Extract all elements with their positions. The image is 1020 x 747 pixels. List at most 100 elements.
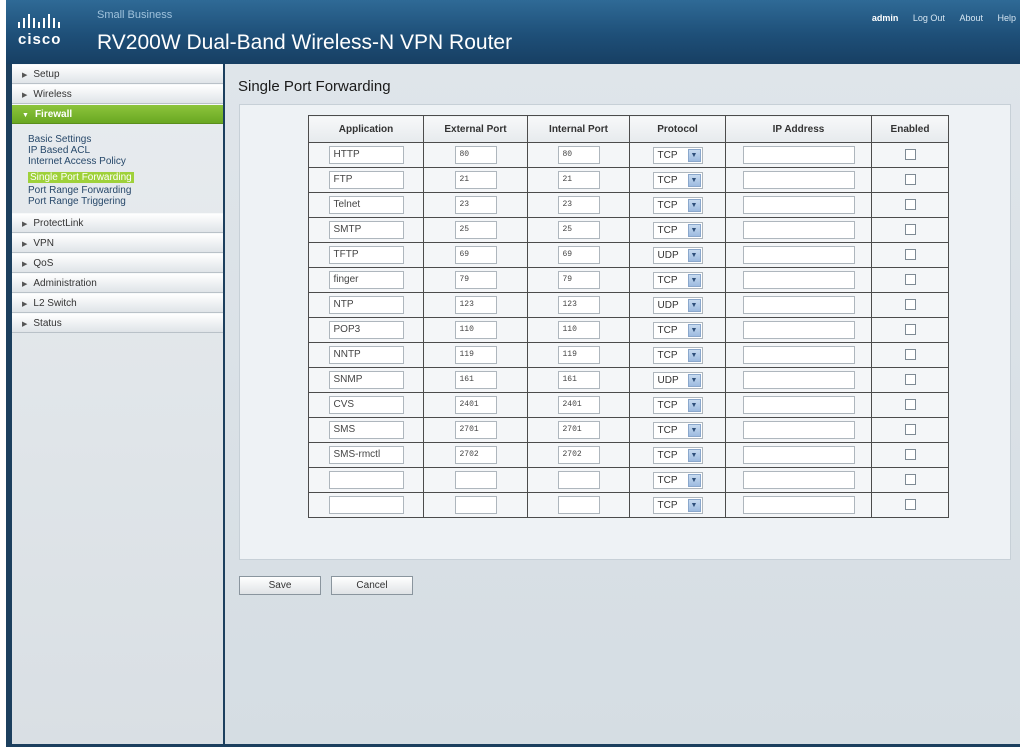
internal-port-input[interactable]: 23 [557, 196, 600, 214]
ip-address-input[interactable] [742, 496, 855, 514]
cancel-button[interactable]: Cancel [331, 576, 413, 595]
subnav-basic-settings[interactable]: Basic Settings [28, 134, 223, 145]
about-link[interactable]: About [959, 13, 983, 23]
protocol-select[interactable]: UDP ▼ [652, 246, 703, 264]
logout-link[interactable]: Log Out [913, 13, 945, 23]
external-port-input[interactable] [454, 471, 497, 489]
nav-item-vpn[interactable]: ▶ VPN [12, 233, 223, 253]
subnav-single-port-forwarding[interactable]: Single Port Forwarding [28, 172, 134, 183]
nav-item-protectlink[interactable]: ▶ ProtectLink [12, 213, 223, 233]
subnav-port-range-triggering[interactable]: Port Range Triggering [28, 196, 223, 207]
application-name-input[interactable]: TFTP [328, 246, 404, 264]
internal-port-input[interactable]: 79 [557, 271, 600, 289]
enabled-checkbox[interactable] [904, 149, 916, 161]
ip-address-input[interactable] [742, 346, 855, 364]
protocol-select[interactable]: TCP ▼ [652, 171, 703, 189]
ip-address-input[interactable] [742, 146, 855, 164]
enabled-checkbox[interactable] [904, 224, 916, 236]
external-port-input[interactable]: 110 [454, 321, 497, 339]
protocol-select[interactable]: TCP ▼ [652, 271, 703, 289]
internal-port-input[interactable]: 110 [557, 321, 600, 339]
enabled-checkbox[interactable] [904, 299, 916, 311]
internal-port-input[interactable] [557, 496, 600, 514]
nav-item-qos[interactable]: ▶ QoS [12, 253, 223, 273]
ip-address-input[interactable] [742, 371, 855, 389]
application-name-input[interactable]: SNMP [328, 371, 404, 389]
help-link[interactable]: Help [997, 13, 1016, 23]
enabled-checkbox[interactable] [904, 349, 916, 361]
external-port-input[interactable] [454, 496, 497, 514]
internal-port-input[interactable]: 2401 [557, 396, 600, 414]
internal-port-input[interactable]: 2701 [557, 421, 600, 439]
enabled-checkbox[interactable] [904, 499, 916, 511]
application-name-input[interactable]: SMS-rmctl [328, 446, 404, 464]
enabled-checkbox[interactable] [904, 174, 916, 186]
ip-address-input[interactable] [742, 171, 855, 189]
protocol-select[interactable]: TCP ▼ [652, 346, 703, 364]
internal-port-input[interactable]: 80 [557, 146, 600, 164]
enabled-checkbox[interactable] [904, 424, 916, 436]
application-name-input[interactable] [328, 496, 404, 514]
application-name-input[interactable]: finger [328, 271, 404, 289]
enabled-checkbox[interactable] [904, 274, 916, 286]
external-port-input[interactable]: 21 [454, 171, 497, 189]
external-port-input[interactable]: 161 [454, 371, 497, 389]
protocol-select[interactable]: TCP ▼ [652, 146, 703, 164]
internal-port-input[interactable]: 119 [557, 346, 600, 364]
application-name-input[interactable]: SMTP [328, 221, 404, 239]
protocol-select[interactable]: TCP ▼ [652, 321, 703, 339]
enabled-checkbox[interactable] [904, 374, 916, 386]
external-port-input[interactable]: 25 [454, 221, 497, 239]
protocol-select[interactable]: UDP ▼ [652, 296, 703, 314]
ip-address-input[interactable] [742, 246, 855, 264]
enabled-checkbox[interactable] [904, 324, 916, 336]
external-port-input[interactable]: 79 [454, 271, 497, 289]
nav-item-administration[interactable]: ▶ Administration [12, 273, 223, 293]
internal-port-input[interactable]: 69 [557, 246, 600, 264]
ip-address-input[interactable] [742, 396, 855, 414]
protocol-select[interactable]: TCP ▼ [652, 196, 703, 214]
ip-address-input[interactable] [742, 296, 855, 314]
internal-port-input[interactable]: 123 [557, 296, 600, 314]
protocol-select[interactable]: TCP ▼ [652, 471, 703, 489]
ip-address-input[interactable] [742, 221, 855, 239]
ip-address-input[interactable] [742, 446, 855, 464]
application-name-input[interactable]: CVS [328, 396, 404, 414]
external-port-input[interactable]: 80 [454, 146, 497, 164]
external-port-input[interactable]: 69 [454, 246, 497, 264]
internal-port-input[interactable]: 161 [557, 371, 600, 389]
nav-item-setup[interactable]: ▶ Setup [12, 64, 223, 84]
save-button[interactable]: Save [239, 576, 321, 595]
protocol-select[interactable]: TCP ▼ [652, 221, 703, 239]
protocol-select[interactable]: UDP ▼ [652, 371, 703, 389]
external-port-input[interactable]: 123 [454, 296, 497, 314]
nav-item-wireless[interactable]: ▶ Wireless [12, 84, 223, 104]
subnav-internet-access-policy[interactable]: Internet Access Policy [28, 156, 223, 167]
external-port-input[interactable]: 2401 [454, 396, 497, 414]
application-name-input[interactable]: NTP [328, 296, 404, 314]
application-name-input[interactable]: POP3 [328, 321, 404, 339]
internal-port-input[interactable]: 25 [557, 221, 600, 239]
external-port-input[interactable]: 2702 [454, 446, 497, 464]
protocol-select[interactable]: TCP ▼ [652, 446, 703, 464]
enabled-checkbox[interactable] [904, 449, 916, 461]
enabled-checkbox[interactable] [904, 399, 916, 411]
protocol-select[interactable]: TCP ▼ [652, 421, 703, 439]
ip-address-input[interactable] [742, 271, 855, 289]
enabled-checkbox[interactable] [904, 474, 916, 486]
internal-port-input[interactable]: 2702 [557, 446, 600, 464]
external-port-input[interactable]: 119 [454, 346, 497, 364]
subnav-ip-based-acl[interactable]: IP Based ACL [28, 145, 223, 156]
ip-address-input[interactable] [742, 196, 855, 214]
application-name-input[interactable]: FTP [328, 171, 404, 189]
enabled-checkbox[interactable] [904, 199, 916, 211]
protocol-select[interactable]: TCP ▼ [652, 496, 703, 514]
ip-address-input[interactable] [742, 471, 855, 489]
application-name-input[interactable]: HTTP [328, 146, 404, 164]
external-port-input[interactable]: 2701 [454, 421, 497, 439]
nav-item-firewall[interactable]: ▼ Firewall [12, 104, 223, 124]
ip-address-input[interactable] [742, 421, 855, 439]
internal-port-input[interactable] [557, 471, 600, 489]
application-name-input[interactable]: NNTP [328, 346, 404, 364]
external-port-input[interactable]: 23 [454, 196, 497, 214]
